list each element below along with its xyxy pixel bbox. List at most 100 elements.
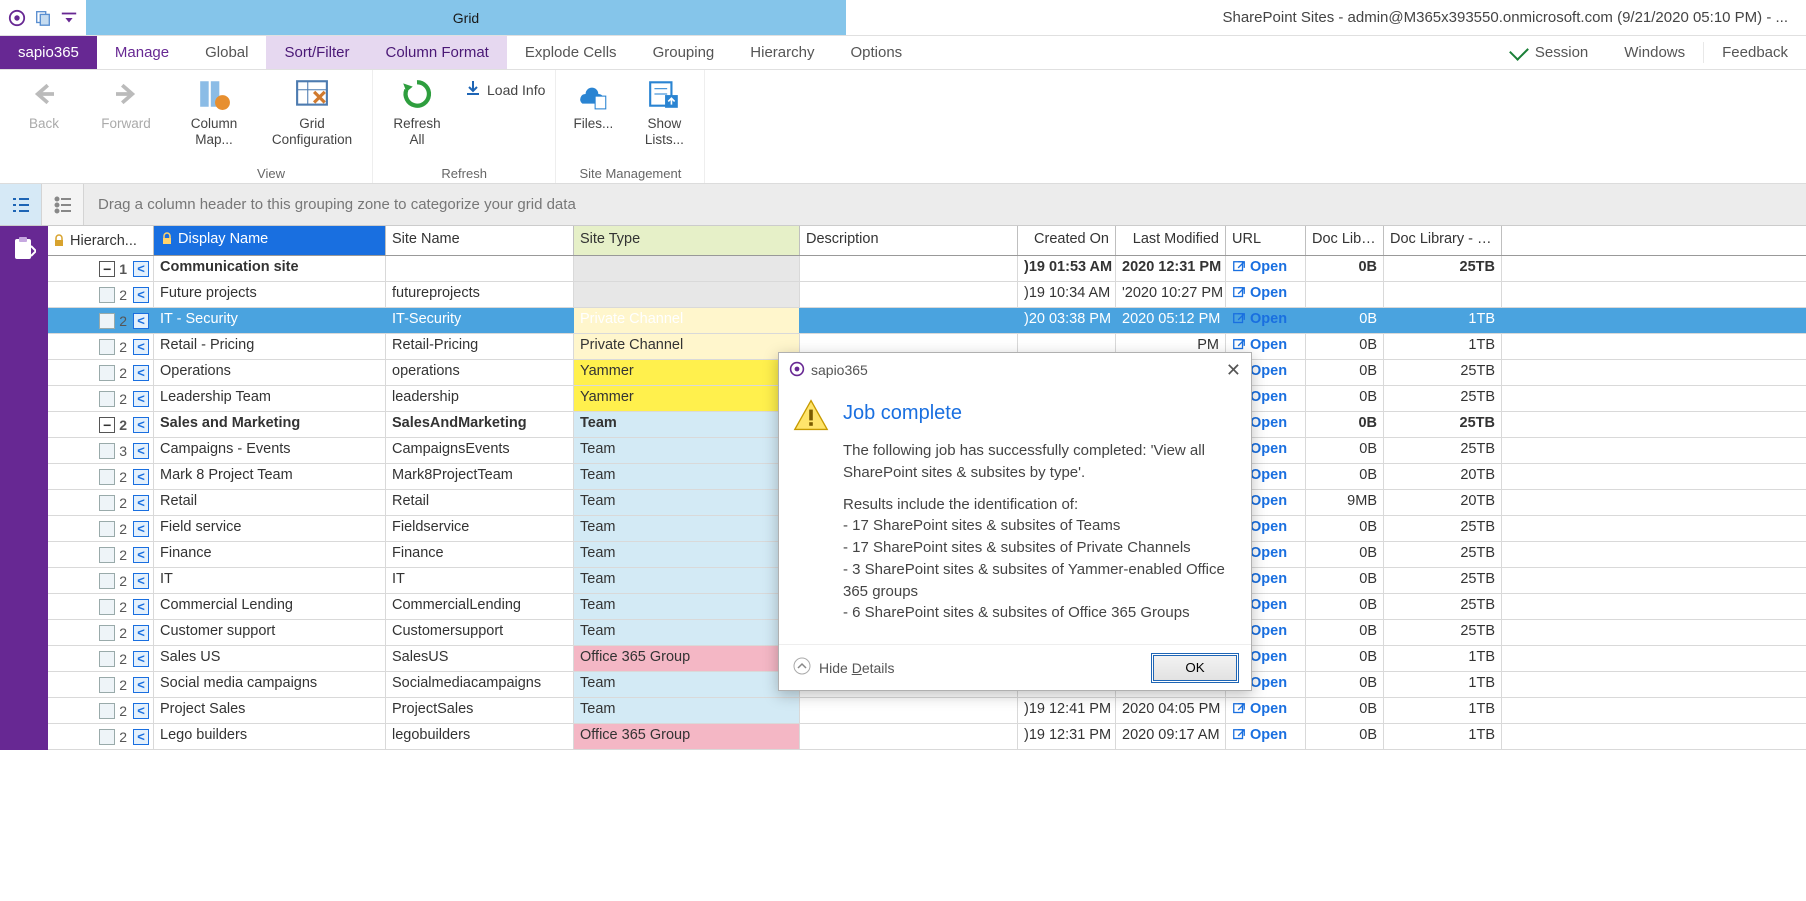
hide-details-button[interactable]: Hide Details [793, 657, 895, 678]
share-icon[interactable]: < [133, 495, 149, 511]
cell-display-name: Commercial Lending [154, 594, 386, 619]
tab-session[interactable]: Session [1493, 36, 1606, 69]
col-display-name[interactable]: Display Name [154, 226, 386, 255]
col-doc-library[interactable]: Doc Libr... [1306, 226, 1384, 255]
cell-site-type: Team [574, 672, 800, 697]
row-marker-icon [99, 573, 115, 589]
share-icon[interactable]: < [133, 261, 149, 277]
cell-site-name: IT [386, 568, 574, 593]
show-lists-button[interactable]: Show Lists... [634, 76, 694, 147]
share-icon[interactable]: < [133, 365, 149, 381]
share-icon[interactable]: < [133, 573, 149, 589]
tab-feedback[interactable]: Feedback [1704, 36, 1806, 69]
row-marker-icon [99, 703, 115, 719]
share-icon[interactable]: < [133, 287, 149, 303]
tab-sort-filter[interactable]: Sort/Filter [266, 36, 367, 69]
share-icon[interactable]: < [133, 625, 149, 641]
table-row[interactable]: 2<Lego builderslegobuildersOffice 365 Gr… [48, 724, 1806, 750]
share-icon[interactable]: < [133, 677, 149, 693]
ribbon: Back Forward Column Map... Grid Configur… [0, 70, 1806, 184]
qat-dropdown-icon[interactable] [60, 9, 78, 27]
expand-toggle[interactable]: − [99, 261, 115, 277]
tree-cell: 2< [48, 386, 154, 411]
refresh-all-button[interactable]: Refresh All [383, 76, 451, 147]
share-icon[interactable]: < [133, 391, 149, 407]
open-link[interactable]: Open [1232, 285, 1287, 301]
grouping-zone-hint[interactable]: Drag a column header to this grouping zo… [84, 184, 1806, 225]
forward-button[interactable]: Forward [92, 76, 160, 132]
dialog-close-button[interactable]: ✕ [1226, 360, 1241, 381]
tab-grouping[interactable]: Grouping [635, 36, 733, 69]
tab-column-format[interactable]: Column Format [367, 36, 506, 69]
open-link[interactable]: Open [1232, 701, 1287, 717]
lock-icon [160, 232, 174, 246]
table-row[interactable]: 2<IT - SecurityIT-SecurityPrivate Channe… [48, 308, 1806, 334]
row-marker-icon [99, 495, 115, 511]
share-icon[interactable]: < [133, 469, 149, 485]
share-icon[interactable]: < [133, 417, 149, 433]
col-description[interactable]: Description [800, 226, 1018, 255]
tab-hierarchy[interactable]: Hierarchy [732, 36, 832, 69]
row-marker-icon [99, 313, 115, 329]
cell-url: Open [1226, 724, 1306, 749]
expand-toggle[interactable]: − [99, 417, 115, 433]
open-link[interactable]: Open [1232, 259, 1287, 275]
share-icon[interactable]: < [133, 443, 149, 459]
column-map-button[interactable]: Column Map... [180, 76, 248, 147]
open-link[interactable]: Open [1232, 337, 1287, 353]
tree-cell: 2< [48, 646, 154, 671]
share-icon[interactable]: < [133, 313, 149, 329]
load-info-button[interactable]: Load Info [465, 80, 545, 99]
cell-site-type: Yammer [574, 360, 800, 385]
tab-global[interactable]: Global [187, 36, 266, 69]
lock-icon [52, 234, 66, 248]
share-icon[interactable]: < [133, 547, 149, 563]
share-icon[interactable]: < [133, 339, 149, 355]
back-button[interactable]: Back [10, 76, 78, 132]
ok-button[interactable]: OK [1153, 655, 1237, 681]
cell-created-on: )19 10:34 AM [1018, 282, 1116, 307]
share-icon[interactable]: < [133, 521, 149, 537]
open-link[interactable]: Open [1232, 727, 1287, 743]
col-url[interactable]: URL [1226, 226, 1306, 255]
group-label-site-mgmt: Site Management [566, 164, 694, 181]
tree-cell: 2< [48, 490, 154, 515]
cell-display-name: Finance [154, 542, 386, 567]
grouping-toggle-detailed[interactable] [0, 184, 42, 225]
cell-site-name: Retail-Pricing [386, 334, 574, 359]
cell-doc-library-st: 20TB [1384, 464, 1502, 489]
grid-config-button[interactable]: Grid Configuration [262, 76, 362, 147]
level-number: 2 [119, 313, 127, 329]
ribbon-group-refresh: Refresh All Load Info Refresh [373, 70, 556, 183]
table-row[interactable]: 2<Project SalesProjectSalesTeam)19 12:41… [48, 698, 1806, 724]
qat-copy-icon[interactable] [34, 9, 52, 27]
tab-explode-cells[interactable]: Explode Cells [507, 36, 635, 69]
grouping-toggle-simple[interactable] [42, 184, 84, 225]
share-icon[interactable]: < [133, 599, 149, 615]
share-icon[interactable]: < [133, 651, 149, 667]
tab-manage[interactable]: Manage [97, 36, 187, 69]
col-hierarchy[interactable]: Hierarch... [48, 226, 154, 255]
col-doc-library-st[interactable]: Doc Library - St... [1384, 226, 1502, 255]
open-link[interactable]: Open [1232, 311, 1287, 327]
cell-site-name: CommercialLending [386, 594, 574, 619]
tab-windows[interactable]: Windows [1606, 36, 1703, 69]
sidebar-clipboard-icon[interactable] [9, 234, 39, 264]
cloud-file-icon [575, 76, 611, 112]
table-row[interactable]: −1<Communication site)19 01:53 AM2020 12… [48, 256, 1806, 282]
cell-doc-library: 0B [1306, 386, 1384, 411]
column-map-icon [196, 76, 232, 112]
table-row[interactable]: 2<Future projectsfutureprojects)19 10:34… [48, 282, 1806, 308]
tab-app[interactable]: sapio365 [0, 36, 97, 69]
col-site-name[interactable]: Site Name [386, 226, 574, 255]
tab-options[interactable]: Options [832, 36, 920, 69]
share-icon[interactable]: < [133, 703, 149, 719]
tree-cell: −2< [48, 412, 154, 437]
cell-url: Open [1226, 282, 1306, 307]
files-button[interactable]: Files... [566, 76, 620, 132]
col-last-modified[interactable]: Last Modified [1116, 226, 1226, 255]
cell-site-type: Yammer [574, 386, 800, 411]
share-icon[interactable]: < [133, 729, 149, 745]
col-created-on[interactable]: Created On [1018, 226, 1116, 255]
col-site-type[interactable]: Site Type [574, 226, 800, 255]
